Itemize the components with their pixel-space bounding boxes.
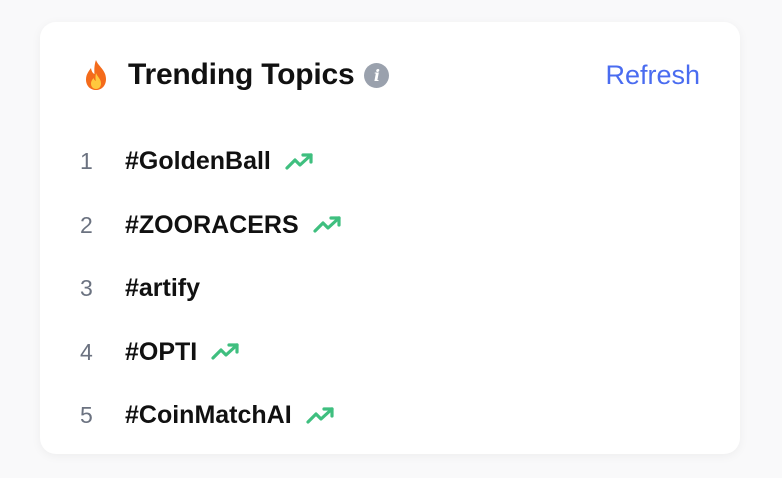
topic-tag[interactable]: #CoinMatchAI — [125, 401, 292, 430]
info-glyph: i — [373, 65, 380, 85]
trending-list: 1 #GoldenBall 2 #ZOORACERS 3 #artify 4 #… — [80, 130, 700, 448]
refresh-button[interactable]: Refresh — [605, 60, 700, 91]
rank-number: 4 — [80, 338, 93, 365]
page-title: Trending Topics — [128, 58, 355, 91]
topic-tag[interactable]: #artify — [125, 274, 200, 303]
list-item-3[interactable]: 3 #artify — [80, 257, 700, 321]
trending-topics-card: Trending Topics i Refresh 1 #GoldenBall … — [40, 22, 740, 454]
rank-number: 3 — [80, 275, 93, 302]
topic-tag[interactable]: #ZOORACERS — [125, 211, 299, 240]
list-item-1[interactable]: 1 #GoldenBall — [80, 130, 700, 194]
rank-number: 2 — [80, 211, 93, 238]
rank-number: 1 — [80, 148, 93, 175]
info-icon[interactable]: i — [364, 62, 390, 88]
list-item-4[interactable]: 4 #OPTI — [80, 321, 700, 385]
trending-up-icon — [306, 406, 336, 426]
topic-tag[interactable]: #GoldenBall — [125, 147, 271, 176]
trending-up-icon — [285, 152, 315, 172]
list-item-5[interactable]: 5 #CoinMatchAI — [80, 384, 700, 448]
trending-up-icon — [211, 342, 241, 362]
card-header: Trending Topics i Refresh — [82, 54, 700, 96]
trending-up-icon — [313, 215, 343, 235]
fire-icon — [82, 59, 110, 91]
topic-tag[interactable]: #OPTI — [125, 338, 197, 367]
rank-number: 5 — [80, 402, 93, 429]
list-item-2[interactable]: 2 #ZOORACERS — [80, 194, 700, 258]
